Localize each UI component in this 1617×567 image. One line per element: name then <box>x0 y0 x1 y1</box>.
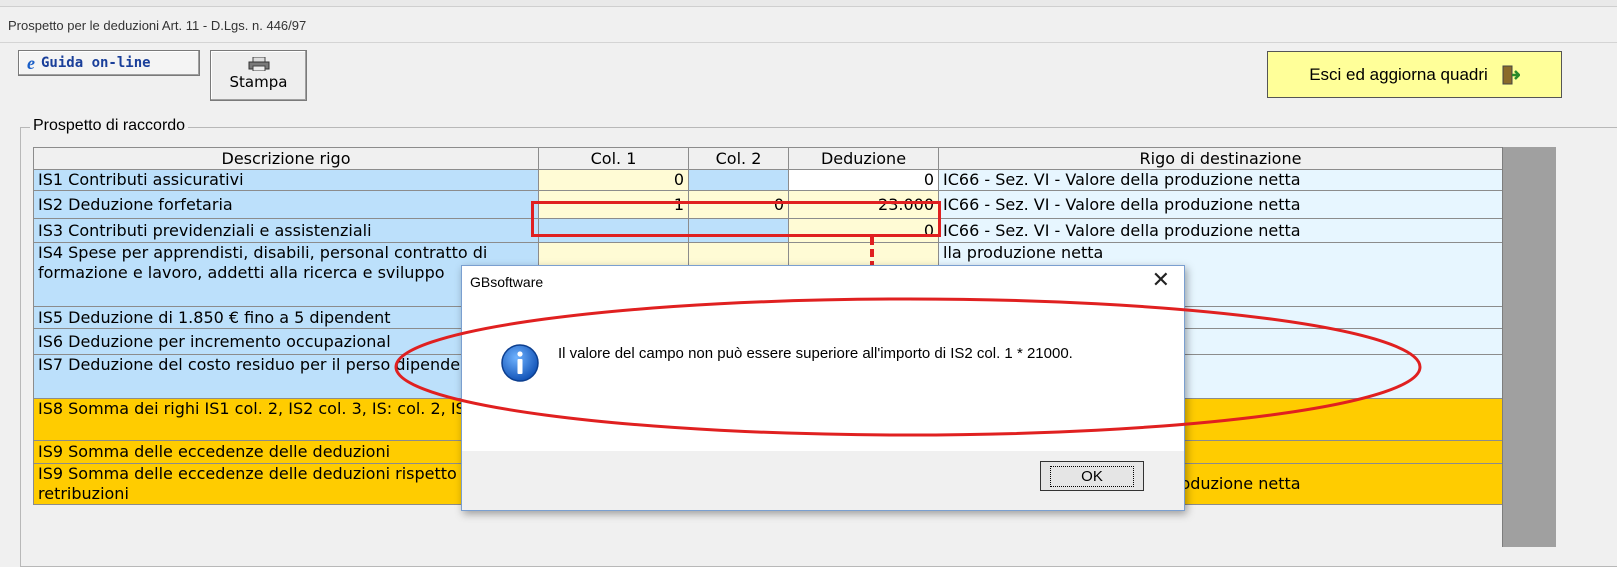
printer-icon <box>248 57 269 71</box>
annotation-highlight-rect <box>531 201 941 237</box>
stampa-label: Stampa <box>229 73 288 91</box>
prospetto-group-label: Prospetto di raccordo <box>30 117 189 135</box>
guida-online-button[interactable]: e Guida on-line <box>18 50 200 76</box>
row-description: IS2 Deduzione forfetaria <box>33 190 539 219</box>
col1-cell[interactable]: 0 <box>538 169 689 191</box>
header-destinazione: Rigo di destinazione <box>938 147 1503 170</box>
ok-button[interactable]: OK <box>1040 461 1144 491</box>
col2-cell <box>688 169 789 191</box>
window-title: Prospetto per le deduzioni Art. 11 - D.L… <box>8 18 307 33</box>
esci-aggiorna-button[interactable]: Esci ed aggiorna quadri <box>1267 51 1562 98</box>
info-icon <box>501 344 539 382</box>
ok-label: OK <box>1050 465 1134 487</box>
grid-empty-area <box>1502 147 1556 547</box>
header-col1: Col. 1 <box>538 147 689 170</box>
destinazione-cell: IC66 - Sez. VI - Valore della produzione… <box>938 190 1503 219</box>
stampa-button[interactable]: Stampa <box>210 50 307 101</box>
header-col2: Col. 2 <box>688 147 789 170</box>
message-dialog: GBsoftware ✕ Il valore del campo non può… <box>461 265 1185 511</box>
dialog-body: Il valore del campo non può essere super… <box>462 306 1184 451</box>
row-description: IS1 Contributi assicurativi <box>33 169 539 191</box>
table-header-row: Descrizione rigo Col. 1 Col. 2 Deduzione… <box>33 147 1503 170</box>
ie-e-icon: e <box>27 52 35 73</box>
table-row: IS1 Contributi assicurativi 0 0 IC66 - S… <box>33 169 1503 191</box>
exit-door-icon <box>1502 65 1520 84</box>
deduzione-cell: 0 <box>788 169 939 191</box>
header-descrizione: Descrizione rigo <box>33 147 539 170</box>
destinazione-cell: IC66 - Sez. VI - Valore della produzione… <box>938 218 1503 243</box>
row-description: IS3 Contributi previdenziali e assistenz… <box>33 218 539 243</box>
top-strip <box>0 0 1617 7</box>
header-deduzione: Deduzione <box>788 147 939 170</box>
destinazione-cell: IC66 - Sez. VI - Valore della produzione… <box>938 169 1503 191</box>
dialog-footer: OK <box>462 451 1184 510</box>
title-separator <box>0 42 1617 43</box>
dialog-title: GBsoftware <box>470 274 544 290</box>
guida-online-label: Guida on-line <box>41 55 151 71</box>
close-icon[interactable]: ✕ <box>1152 268 1170 293</box>
esci-aggiorna-label: Esci ed aggiorna quadri <box>1309 64 1488 84</box>
dialog-message: Il valore del campo non può essere super… <box>558 345 1073 362</box>
